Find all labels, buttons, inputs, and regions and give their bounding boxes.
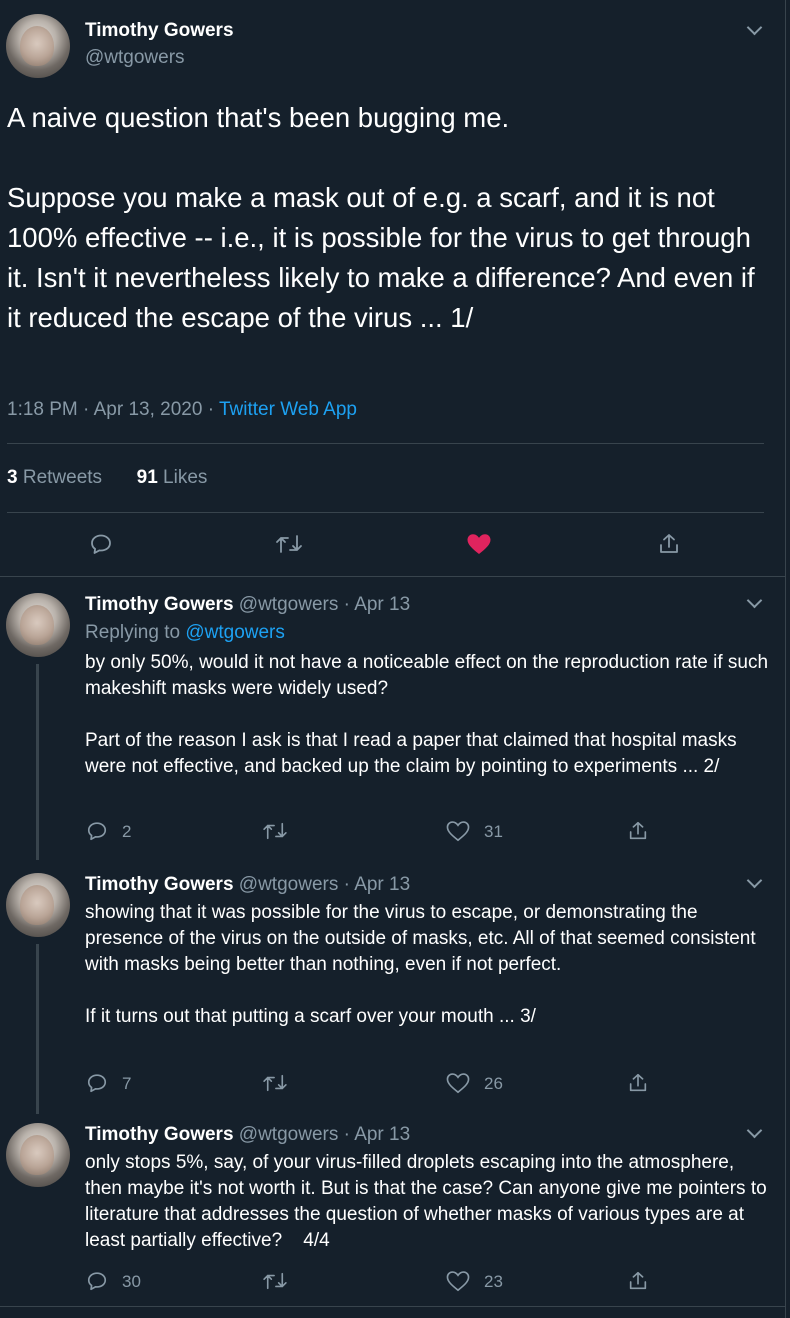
divider [7,512,764,513]
reply-icon[interactable] [89,532,113,556]
avatar[interactable] [6,873,70,937]
tweet-text-paragraph: Suppose you make a mask out of e.g. a sc… [7,182,763,333]
like-icon[interactable] [446,1072,470,1094]
reply-text: only stops 5%, say, of your virus-filled… [85,1150,775,1254]
replying-to: Replying to @wtgowers [85,622,285,644]
chevron-down-icon[interactable] [746,1122,763,1139]
retweet-icon[interactable] [262,1073,288,1093]
reply-text-paragraph: Part of the reason I ask is that I read … [85,730,742,777]
retweets-label: Retweets [22,467,103,488]
avatar[interactable] [6,1123,70,1187]
reply-text-paragraph: If it turns out that putting a scarf ove… [85,1006,536,1027]
likes-label: Likes [163,467,208,488]
reply-header: Timothy Gowers @wtgowers · Apr 13 [85,874,411,895]
reply-author-name[interactable]: Timothy Gowers [85,874,234,895]
thread-line [36,664,39,860]
reply-author-handle[interactable]: @wtgowers [239,594,339,615]
avatar[interactable] [6,593,70,657]
reply-text-paragraph: by only 50%, would it not have a noticea… [85,652,774,699]
reply-author-handle[interactable]: @wtgowers [239,1124,339,1145]
retweet-icon[interactable] [262,1271,288,1291]
reply-icon[interactable] [86,1072,108,1094]
like-count: 23 [484,1272,503,1291]
divider [0,576,786,577]
share-icon[interactable] [627,1270,649,1292]
like-count: 26 [484,1074,503,1093]
reply-header: Timothy Gowers @wtgowers · Apr 13 [85,1124,411,1145]
reply-count: 30 [122,1272,141,1291]
share-icon[interactable] [627,1072,649,1094]
reply-text-paragraph: showing that it was possible for the vir… [85,902,761,975]
tweet-text-paragraph: A naive question that's been bugging me. [7,102,510,133]
reply-count: 7 [122,1074,132,1093]
chevron-down-icon[interactable] [746,19,763,36]
divider [7,443,764,444]
tweet-text: A naive question that's been bugging me.… [7,98,767,338]
reply-author-name[interactable]: Timothy Gowers [85,1124,234,1145]
thread-line [36,944,39,1114]
replying-to-mention[interactable]: @wtgowers [185,622,285,643]
avatar[interactable] [6,14,70,78]
engagement-stats: 3 Retweets 91 Likes [7,467,207,489]
replying-to-label: Replying to [85,622,181,643]
tweet-meta: 1:18 PM · Apr 13, 2020 · Twitter Web App [7,399,357,420]
divider [0,1306,786,1307]
reply-text: by only 50%, would it not have a noticea… [85,650,775,780]
retweet-icon[interactable] [262,821,288,841]
reply-text: showing that it was possible for the vir… [85,900,775,1030]
reply-count: 2 [122,822,132,841]
reply-author-handle[interactable]: @wtgowers [239,874,339,895]
like-count: 31 [484,822,503,841]
like-icon[interactable] [466,532,492,556]
reply-date[interactable]: Apr 13 [354,1124,410,1145]
reply-icon[interactable] [86,1270,108,1292]
reply-date[interactable]: Apr 13 [354,874,410,895]
chevron-down-icon[interactable] [746,872,763,889]
reply-header: Timothy Gowers @wtgowers · Apr 13 [85,594,411,615]
retweets-count: 3 [7,467,18,488]
tweet-time[interactable]: 1:18 PM [7,399,78,420]
chevron-down-icon[interactable] [746,592,763,609]
share-icon[interactable] [657,532,681,556]
share-icon[interactable] [627,820,649,842]
retweet-icon[interactable] [275,533,303,555]
reply-author-name[interactable]: Timothy Gowers [85,594,234,615]
likes-count: 91 [136,467,158,488]
like-icon[interactable] [446,1270,470,1292]
likes-link[interactable]: 91 Likes [137,467,208,488]
tweet-source[interactable]: Twitter Web App [219,399,357,420]
tweet-date[interactable]: Apr 13, 2020 [94,399,203,420]
reply-date[interactable]: Apr 13 [354,594,410,615]
author-name[interactable]: Timothy Gowers [85,20,234,42]
author-handle[interactable]: @wtgowers [85,47,185,69]
reply-icon[interactable] [86,820,108,842]
like-icon[interactable] [446,820,470,842]
reply-text-paragraph: only stops 5%, say, of your virus-filled… [85,1152,772,1251]
right-border [785,0,786,1318]
retweets-link[interactable]: 3 Retweets [7,467,102,488]
